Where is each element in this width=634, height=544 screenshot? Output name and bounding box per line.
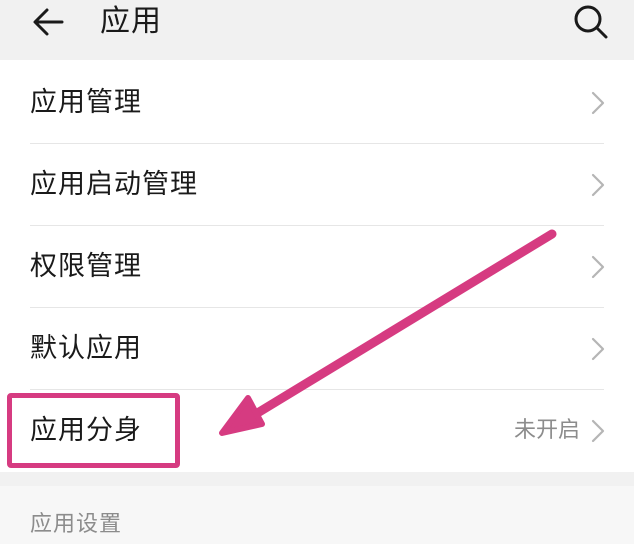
menu-item-app-management[interactable]: 应用管理 <box>0 62 634 144</box>
back-arrow-icon <box>33 8 64 36</box>
app-twin-status: 未开启 <box>513 418 580 443</box>
section-header: 应用设置 <box>0 486 634 544</box>
chevron-right-icon <box>591 419 605 443</box>
chevron-right-icon <box>591 255 605 279</box>
chevron-right-icon <box>591 91 605 115</box>
menu-item-permissions[interactable]: 权限管理 <box>0 226 634 308</box>
menu-item-label: 应用启动管理 <box>30 169 198 200</box>
chevron-right-icon <box>591 337 605 361</box>
section-gap <box>0 472 634 486</box>
settings-card: 应用管理 应用启动管理 权限管理 默认应用 应用分身 未开启 <box>0 60 634 472</box>
menu-item-label: 应用管理 <box>30 87 142 118</box>
back-button[interactable] <box>28 2 68 42</box>
menu-item-default-apps[interactable]: 默认应用 <box>0 308 634 390</box>
section-label: 应用设置 <box>30 512 123 537</box>
chevron-right-icon <box>591 173 605 197</box>
app-header: 应用 <box>0 0 634 60</box>
menu-item-label: 权限管理 <box>30 251 142 282</box>
menu-item-label: 应用分身 <box>30 415 142 446</box>
search-icon <box>574 5 608 39</box>
page-title: 应用 <box>100 4 162 39</box>
menu-item-app-launch[interactable]: 应用启动管理 <box>0 144 634 226</box>
menu-item-label: 默认应用 <box>30 333 142 364</box>
menu-item-app-twin[interactable]: 应用分身 未开启 <box>0 390 634 472</box>
search-button[interactable] <box>568 2 612 42</box>
